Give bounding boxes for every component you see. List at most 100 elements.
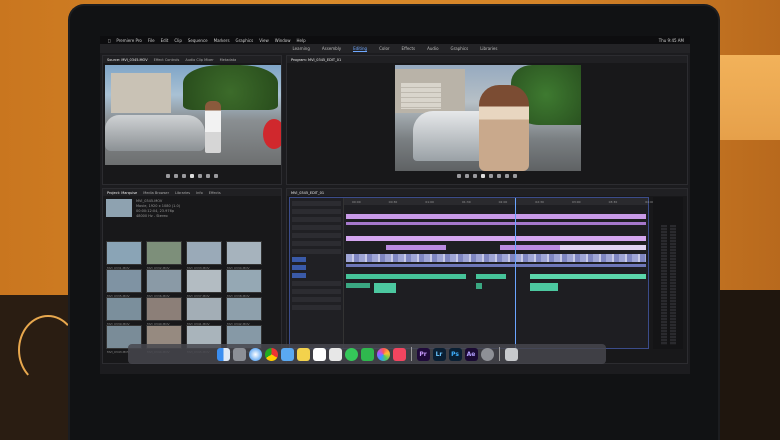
- audio-clip[interactable]: [530, 274, 646, 279]
- menu-item-view[interactable]: View: [259, 38, 269, 43]
- menu-item-clip[interactable]: Clip: [174, 38, 182, 43]
- calendar-icon[interactable]: [312, 347, 326, 361]
- audio-clip[interactable]: [346, 283, 370, 288]
- tab-program[interactable]: Program: MVI_0345_EDIT_01: [291, 58, 341, 62]
- mark-in-icon[interactable]: [166, 174, 170, 178]
- video-clip-long[interactable]: [346, 214, 646, 219]
- audio-clip[interactable]: [346, 274, 466, 279]
- mark-in-icon[interactable]: [457, 174, 461, 178]
- lightroom-icon[interactable]: Lr: [432, 347, 446, 361]
- clip-thumbnail[interactable]: MVI_0340.MOV: [146, 297, 182, 326]
- tab-learning[interactable]: Learning: [293, 46, 310, 51]
- facetime-icon[interactable]: [360, 347, 374, 361]
- preferences-icon[interactable]: [480, 347, 494, 361]
- menu-item-app[interactable]: Premiere Pro: [116, 38, 141, 43]
- track-header-a5[interactable]: [292, 289, 341, 294]
- audio-clip[interactable]: [476, 283, 482, 289]
- clip-thumbnail[interactable]: MVI_0333.MOV: [186, 241, 222, 270]
- audio-clip[interactable]: [374, 283, 396, 293]
- tab-audio[interactable]: Audio: [427, 46, 438, 51]
- clip-thumbnail[interactable]: MVI_0336.MOV: [146, 269, 182, 298]
- tab-info[interactable]: Info: [196, 191, 203, 195]
- step-forward-icon[interactable]: [489, 174, 493, 178]
- clip-thumbnail[interactable]: MVI_0342.MOV: [226, 297, 262, 326]
- lift-icon[interactable]: [497, 174, 501, 178]
- track-header-a6[interactable]: [292, 297, 341, 302]
- menu-item-window[interactable]: Window: [275, 38, 291, 43]
- track-header-v2[interactable]: [292, 217, 341, 222]
- clip-strip[interactable]: [346, 254, 646, 262]
- insert-icon[interactable]: [206, 174, 210, 178]
- apple-icon[interactable]: : [108, 38, 110, 43]
- video-clip[interactable]: [346, 236, 646, 241]
- tab-color[interactable]: Color: [379, 46, 389, 51]
- launchpad-icon[interactable]: [232, 347, 246, 361]
- menu-item-sequence[interactable]: Sequence: [188, 38, 208, 43]
- track-header-a1[interactable]: [292, 257, 306, 262]
- play-icon[interactable]: [481, 174, 485, 178]
- tab-media-browser[interactable]: Media Browser: [143, 191, 169, 195]
- audio-clip[interactable]: [530, 283, 558, 291]
- export-frame-icon[interactable]: [513, 174, 517, 178]
- files-icon[interactable]: [328, 347, 342, 361]
- step-forward-icon[interactable]: [198, 174, 202, 178]
- tab-sequence[interactable]: MVI_0345_EDIT_01: [291, 191, 324, 195]
- premiere-icon[interactable]: Pr: [416, 347, 430, 361]
- clip-thumbnail[interactable]: MVI_0338.MOV: [226, 269, 262, 298]
- mark-out-icon[interactable]: [465, 174, 469, 178]
- tab-metadata[interactable]: Metadata: [220, 58, 237, 62]
- menu-item-edit[interactable]: Edit: [161, 38, 169, 43]
- tab-project[interactable]: Project: Marquise: [107, 191, 137, 195]
- safari-icon[interactable]: [248, 347, 262, 361]
- step-back-icon[interactable]: [473, 174, 477, 178]
- tab-editing[interactable]: Editing: [353, 46, 368, 52]
- clip-thumbnail[interactable]: MVI_0331.MOV: [106, 241, 142, 270]
- track-header-v1[interactable]: [292, 249, 341, 254]
- track-header-v1[interactable]: [292, 233, 341, 238]
- video-clip[interactable]: [560, 245, 646, 250]
- video-clip[interactable]: [386, 245, 446, 250]
- tab-effect-controls[interactable]: Effect Controls: [154, 58, 180, 62]
- aftereffects-icon[interactable]: Ae: [464, 347, 478, 361]
- menu-item-markers[interactable]: Markers: [214, 38, 230, 43]
- menu-item-graphics[interactable]: Graphics: [236, 38, 254, 43]
- overwrite-icon[interactable]: [214, 174, 218, 178]
- tab-effects[interactable]: Effects: [209, 191, 221, 195]
- step-back-icon[interactable]: [182, 174, 186, 178]
- track-header-a2[interactable]: [292, 265, 306, 270]
- tab-libraries[interactable]: Libraries: [175, 191, 190, 195]
- mark-out-icon[interactable]: [174, 174, 178, 178]
- program-video-frame[interactable]: [395, 65, 581, 171]
- track-header-a3[interactable]: [292, 273, 306, 278]
- tab-audio-mixer[interactable]: Audio Clip Mixer: [185, 58, 213, 62]
- menu-item-file[interactable]: File: [148, 38, 155, 43]
- trash-icon[interactable]: [504, 347, 518, 361]
- clip-thumbnail[interactable]: MVI_0335.MOV: [106, 269, 142, 298]
- track-header-a7[interactable]: [292, 305, 341, 310]
- extract-icon[interactable]: [505, 174, 509, 178]
- video-clip[interactable]: [500, 245, 560, 250]
- track-header-v1[interactable]: [292, 241, 341, 246]
- playhead[interactable]: [515, 198, 516, 348]
- source-video-frame[interactable]: [105, 65, 281, 165]
- clip-thumbnail[interactable]: MVI_0332.MOV: [146, 241, 182, 270]
- time-ruler[interactable]: 00:00 00:30 01:00 01:30 02:00 02:30 03:0…: [344, 198, 654, 205]
- clip-thumbnail[interactable]: MVI_0337.MOV: [186, 269, 222, 298]
- mail-icon[interactable]: [280, 347, 294, 361]
- tab-source[interactable]: Source: MVI_0345.MOV: [107, 58, 148, 62]
- tab-graphics[interactable]: Graphics: [451, 46, 469, 51]
- clip-thumbnail[interactable]: MVI_0334.MOV: [226, 241, 262, 270]
- notes-icon[interactable]: [296, 347, 310, 361]
- tab-libraries[interactable]: Libraries: [480, 46, 497, 51]
- photoshop-icon[interactable]: Ps: [448, 347, 462, 361]
- clip-strip[interactable]: [346, 264, 646, 267]
- clip-thumbnail[interactable]: MVI_0341.MOV: [186, 297, 222, 326]
- chrome-icon[interactable]: [264, 347, 278, 361]
- timeline-area[interactable]: 00:00 00:30 01:00 01:30 02:00 02:30 03:0…: [289, 197, 654, 349]
- finder-icon[interactable]: [216, 347, 230, 361]
- track-header-v3[interactable]: [292, 209, 341, 214]
- tab-assembly[interactable]: Assembly: [322, 46, 341, 51]
- clip-thumbnail[interactable]: MVI_0339.MOV: [106, 297, 142, 326]
- menu-item-help[interactable]: Help: [297, 38, 306, 43]
- music-icon[interactable]: [392, 347, 406, 361]
